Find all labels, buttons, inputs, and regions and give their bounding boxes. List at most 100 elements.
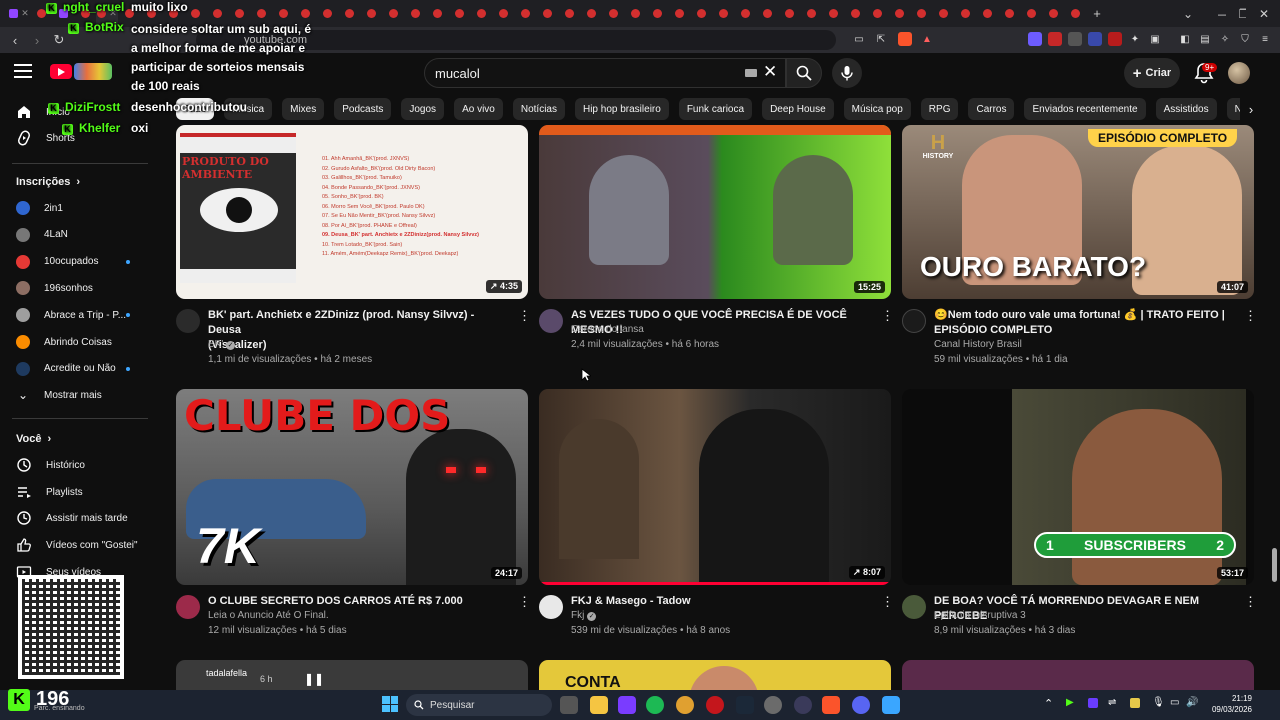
browser-tab[interactable] [536,4,558,24]
browser-tab[interactable] [822,4,844,24]
subscriptions-heading[interactable]: Inscrições › [16,176,80,188]
browser-tab[interactable] [844,4,866,24]
app-icon[interactable] [794,696,812,714]
more-options-icon[interactable]: ⋮ [1244,309,1257,322]
browser-tab[interactable] [976,4,998,24]
sidebar-item-watch-later[interactable]: Assistir mais tarde [16,506,146,530]
filter-chip[interactable]: Deep House [762,98,834,120]
browser-tab[interactable] [338,4,360,24]
youtube-doodle[interactable] [74,63,112,80]
spotify-icon[interactable] [646,696,664,714]
browser-tab[interactable] [316,4,338,24]
account-avatar[interactable] [1228,62,1250,84]
microphone-icon[interactable]: 🎙 [1152,697,1165,708]
channel-avatar[interactable] [902,309,926,333]
browser-tab[interactable] [998,4,1020,24]
filter-chip[interactable]: Música [224,98,273,120]
create-button[interactable]: + Criar [1124,58,1180,88]
wallet-icon[interactable]: ▣ [1148,32,1162,46]
filter-chip[interactable]: Hip hop brasileiro [574,98,669,120]
browser-tab[interactable] [624,4,646,24]
browser-tab[interactable] [756,4,778,24]
more-options-icon[interactable]: ⋮ [1244,595,1257,608]
browser-tab[interactable] [382,4,404,24]
back-icon[interactable]: ‹ [4,29,26,51]
cast-icon[interactable]: ▭ [852,32,866,46]
chevron-down-icon[interactable]: ⌄ [1170,0,1206,27]
keyboard-icon[interactable] [745,69,757,77]
browser-tab[interactable] [404,4,426,24]
video-thumbnail[interactable]: ↗ 8:07 [539,389,891,585]
clear-search-icon[interactable]: ✕ [763,62,777,82]
browser-tab[interactable] [514,4,536,24]
volume-icon[interactable]: 🔊 [1186,697,1198,708]
system-clock[interactable]: 21:19 09/03/2026 [1208,693,1252,715]
more-options-icon[interactable]: ⋮ [518,309,531,322]
address-bar[interactable]: youtube.com [196,30,836,50]
chips-next-arrow-icon[interactable]: › [1240,98,1262,120]
browser-tab[interactable] [492,4,514,24]
pause-icon[interactable]: ❚❚ [304,672,324,686]
browser-tab[interactable] [800,4,822,24]
browser-tab[interactable] [448,4,470,24]
browser-tab[interactable] [932,4,954,24]
filter-chip[interactable]: Ao vivo [454,98,503,120]
vpn-icon[interactable]: ⛉ [1238,32,1252,46]
browser-tab[interactable] [668,4,690,24]
sidebar-item-shorts[interactable]: Shorts [16,126,146,150]
filter-chip[interactable]: Podcasts [334,98,392,120]
browser-tab[interactable] [118,4,140,24]
tray-chevron-icon[interactable]: ⌃ [1044,697,1053,710]
leo-ai-icon[interactable]: ✧ [1218,32,1232,46]
sidebar-item-history[interactable]: Histórico [16,453,146,477]
rewards-icon[interactable]: ▲ [920,32,934,46]
more-options-icon[interactable]: ⋮ [881,309,894,322]
notepad-icon[interactable] [882,696,900,714]
network-icon[interactable]: ▭ [1170,697,1179,708]
browser-tab[interactable] [690,4,712,24]
extension-icon[interactable] [1088,32,1102,46]
browser-tab[interactable] [162,4,184,24]
sidebar-item-playlists[interactable]: Playlists [16,480,146,504]
sidebar-item-subscription[interactable]: 196sonhos [16,276,146,300]
browser-tab[interactable] [910,4,932,24]
sidebar-item-subscription[interactable]: 10ocupados [16,250,146,274]
brave-shield-icon[interactable] [898,32,912,46]
reload-icon[interactable]: ↻ [48,29,70,51]
video-thumbnail[interactable]: CLUBE DOS 7K 24:17 [176,389,528,585]
browser-tab[interactable] [470,4,492,24]
channel-name[interactable]: Canal History Brasil [934,339,1022,350]
video-title[interactable]: BK' part. Anchietx e 2ZDinizz (prod. Nan… [208,308,508,353]
browser-menu-icon[interactable]: ≡ [1258,32,1272,46]
channel-avatar[interactable] [902,595,926,619]
filter-chip[interactable]: RPG [920,98,959,120]
extension-icon[interactable] [1048,32,1062,46]
more-options-icon[interactable]: ⋮ [881,595,894,608]
browser-tab[interactable] [778,4,800,24]
browser-tab[interactable]: ✕ [8,4,30,24]
sidebar-item-subscription[interactable]: Abrindo Coisas [16,330,146,354]
browser-tab[interactable] [426,4,448,24]
video-title[interactable]: 😊Nem todo ouro vale uma fortuna! 💰 | TRA… [934,308,1234,338]
channel-name[interactable]: Epifania Disruptiva 3 [934,610,1026,621]
channel-name[interactable]: BK' ✓ [208,339,236,350]
video-title[interactable]: FKJ & Masego - Tadow [571,594,871,609]
browser-tab[interactable] [272,4,294,24]
filter-chip[interactable]: Notícias [512,98,565,120]
chrome-icon[interactable] [676,696,694,714]
browser-tab[interactable] [558,4,580,24]
browser-tab[interactable] [52,4,74,24]
search-input[interactable]: mucalol [424,58,786,88]
browser-tab[interactable] [1064,4,1086,24]
close-button[interactable]: ✕ [1246,0,1280,27]
browser-tab[interactable] [1042,4,1064,24]
sidebar-toggle-icon[interactable]: ◧ [1178,32,1192,46]
filter-chip[interactable]: Enviados recentemente [1024,98,1146,120]
browser-tab[interactable] [1020,4,1042,24]
sidebar-item-subscription[interactable]: Abrace a Trip - P... [16,303,146,327]
sidebar-item-liked[interactable]: Vídeos com "Gostei" [16,533,146,557]
hamburger-menu-icon[interactable] [14,64,32,78]
youtube-logo[interactable] [50,64,72,79]
extension-icon[interactable] [1028,32,1042,46]
browser-tab[interactable] [206,4,228,24]
